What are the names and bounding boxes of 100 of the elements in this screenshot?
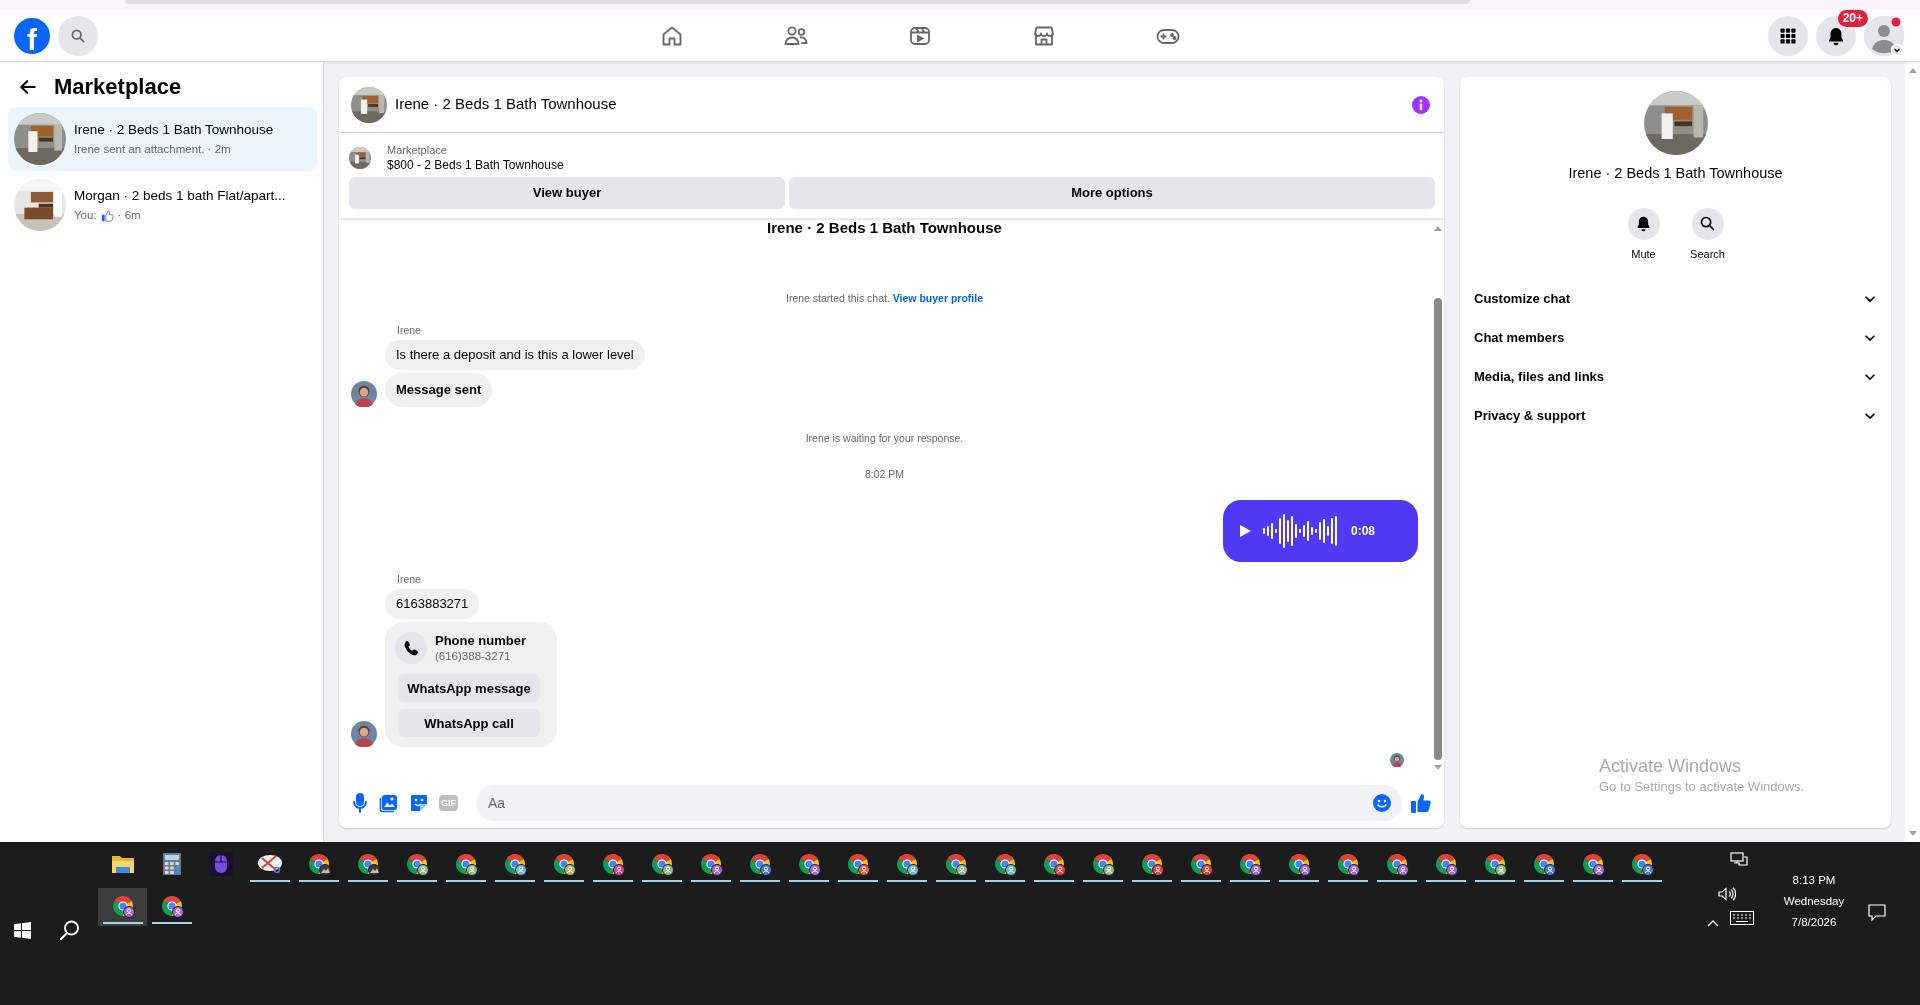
browser-icon	[845, 852, 870, 876]
like-icon	[100, 208, 114, 222]
system-message: Irene is waiting for your response.	[804, 430, 965, 446]
more-options-button[interactable]: More options	[789, 177, 1435, 209]
browser-icon	[1237, 852, 1262, 876]
contact-title: Phone number	[435, 633, 526, 650]
sender-name: Irene	[396, 572, 422, 587]
message-bubble: Message sent	[385, 372, 493, 407]
conversation-title: Morgan · 2 beds 1 bath Flat/apart...	[74, 187, 286, 206]
browser-icon	[306, 852, 331, 876]
scroll-down-button[interactable]	[1907, 830, 1918, 838]
folder-icon	[110, 853, 135, 875]
sender-name: Irene	[396, 322, 422, 337]
message-preview: · 6m	[117, 207, 141, 223]
voice-message[interactable]: 0:08	[1223, 500, 1418, 563]
logo[interactable]: f	[14, 17, 50, 54]
browser-icon	[1286, 852, 1311, 876]
apps-button[interactable]	[1768, 15, 1808, 56]
volume-icon[interactable]	[1718, 886, 1736, 901]
notification-icon[interactable]	[1868, 903, 1886, 922]
section-toggle[interactable]: Chat members	[1460, 318, 1891, 358]
search-icon	[59, 919, 81, 941]
section-toggle[interactable]: Media, files and links	[1460, 357, 1891, 397]
phone-icon	[395, 632, 427, 665]
browser-icon	[1580, 852, 1605, 876]
seen-avatar	[1390, 753, 1404, 768]
search-icon	[1699, 215, 1716, 233]
network-icon[interactable]	[1730, 852, 1748, 868]
image-icon[interactable]	[379, 793, 399, 813]
listing-label: Marketplace	[387, 143, 448, 157]
message-button[interactable]: WhatsApp message	[398, 674, 540, 703]
bell-icon	[1635, 215, 1652, 233]
activation-title: Activate Windows	[1599, 756, 1743, 776]
mute-button[interactable]: Mute	[1617, 207, 1670, 263]
browser-icon	[453, 852, 478, 876]
message-preview: You:	[74, 207, 97, 223]
browser-icon	[649, 852, 674, 876]
scroll-up-button[interactable]	[1907, 66, 1918, 74]
search-icon	[70, 27, 86, 44]
browser-icon	[1629, 852, 1654, 876]
browser-icon	[1433, 852, 1458, 876]
message-bubble: 6163883271	[385, 589, 480, 620]
play-icon[interactable]	[1239, 525, 1251, 538]
browser-icon	[502, 852, 527, 876]
info-button[interactable]	[1412, 95, 1430, 114]
message-input[interactable]: Aa	[476, 785, 1402, 821]
activation-message: Go to Settings to activate Windows.	[1599, 778, 1805, 796]
browser-icon	[159, 894, 184, 918]
listing-title: $800 - 2 Beds 1 Bath Townhouse	[387, 157, 564, 173]
scissors-icon	[255, 852, 284, 876]
scroll-up-button[interactable]	[1433, 224, 1443, 232]
message-bubble: Is there a deposit and is this a lower level	[385, 339, 645, 370]
browser-icon	[1090, 852, 1115, 876]
account-avatar-icon	[1864, 15, 1904, 56]
conversation-item[interactable]: Irene · 2 Beds 1 Bath Townhouse Irene sent an attachment. · 2m	[8, 107, 317, 171]
emoji-icon[interactable]	[1372, 793, 1392, 813]
browser-icon	[1335, 852, 1360, 876]
sticker-icon[interactable]	[409, 793, 429, 813]
browser-icon	[404, 852, 429, 876]
chat-title: Irene · 2 Beds 1 Bath Townhouse	[1568, 164, 1783, 183]
mouse-icon	[208, 852, 233, 876]
section-toggle[interactable]: Privacy & support	[1460, 396, 1891, 436]
keyboard-icon[interactable]	[1730, 910, 1754, 925]
browser-icon	[698, 852, 723, 876]
browser-icon	[1139, 852, 1164, 876]
link[interactable]: View buyer profile	[892, 292, 984, 304]
browser-icon	[110, 894, 135, 918]
page-title: Marketplace	[54, 75, 182, 99]
duration: 0:08	[1351, 523, 1376, 541]
call-button[interactable]: WhatsApp call	[398, 709, 540, 738]
browser-icon	[943, 852, 968, 876]
taskbar-button[interactable]	[98, 888, 147, 926]
browser-icon	[551, 852, 576, 876]
chat-title: Irene · 2 Beds 1 Bath Townhouse	[395, 94, 618, 115]
profile-button[interactable]	[1864, 15, 1904, 56]
browser-icon	[1384, 852, 1409, 876]
conversation-item[interactable]: Morgan · 2 beds 1 bath Flat/apart... You: · 6m	[8, 173, 317, 237]
system-message: Irene started this chat. View buyer profile	[784, 291, 985, 306]
timestamp: 8:02 PM	[863, 466, 906, 482]
browser-icon	[1041, 852, 1066, 876]
like-button[interactable]	[1410, 792, 1432, 814]
calculator-icon	[161, 852, 182, 876]
browser-icon	[1482, 852, 1507, 876]
phone-number: (616)388-3271	[435, 649, 512, 664]
message-preview: Irene sent an attachment. · 2m	[74, 141, 231, 157]
conversation-title: Irene · 2 Beds 1 Bath Townhouse	[74, 121, 274, 140]
scroll-down-button[interactable]	[1433, 764, 1443, 772]
search-button[interactable]: Search	[1681, 207, 1734, 263]
bell-icon	[1826, 25, 1846, 46]
back-button[interactable]	[18, 77, 38, 97]
section-toggle[interactable]: Customize chat	[1460, 279, 1891, 319]
scrollbar-thumb[interactable]	[1434, 298, 1442, 760]
browser-icon	[355, 852, 380, 876]
browser-icon	[1188, 852, 1213, 876]
browser-icon	[894, 852, 919, 876]
microphone-icon[interactable]	[351, 793, 369, 813]
browser-icon	[600, 852, 625, 876]
browser-icon	[747, 852, 772, 876]
clock[interactable]: 8:13 PM Wednesday 7/8/2026	[1774, 870, 1854, 933]
view-buyer-button[interactable]: View buyer	[349, 177, 785, 209]
